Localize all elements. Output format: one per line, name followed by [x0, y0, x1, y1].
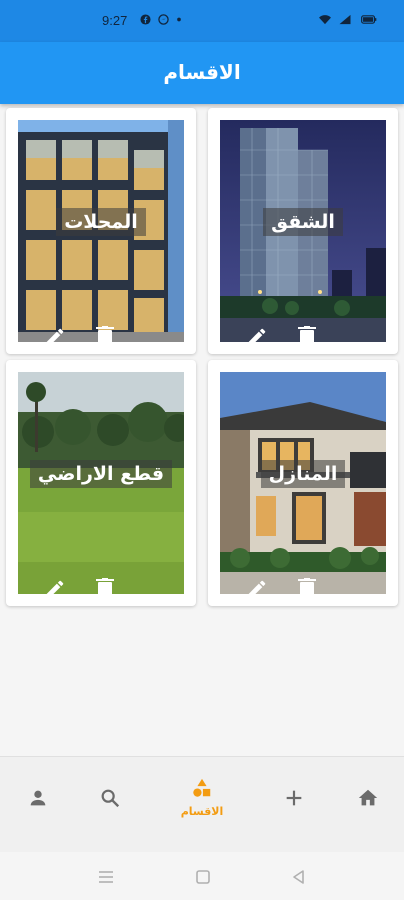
- nav-search[interactable]: [80, 757, 140, 853]
- status-time: 9:27: [102, 13, 128, 28]
- card-actions: [246, 326, 336, 348]
- messenger-icon: [158, 14, 169, 25]
- category-label-wrap: المنازل: [208, 460, 398, 488]
- category-label-wrap: المحلات: [6, 208, 196, 236]
- nav-categories[interactable]: الاقسام: [172, 757, 232, 853]
- category-card-shops[interactable]: المحلات: [6, 108, 196, 354]
- status-bar: 9:27: [0, 0, 404, 42]
- category-label: المنازل: [260, 460, 346, 488]
- categories-icon: [193, 778, 211, 797]
- edit-icon[interactable]: [44, 578, 66, 600]
- edit-icon[interactable]: [246, 578, 268, 600]
- add-icon: [286, 790, 302, 806]
- card-actions: [246, 578, 336, 600]
- category-card-houses[interactable]: المنازل: [208, 360, 398, 606]
- battery-icon: [361, 15, 377, 24]
- recents-icon[interactable]: [97, 868, 115, 886]
- nav-home[interactable]: [338, 757, 398, 853]
- bottom-nav: الاقسام: [0, 756, 404, 852]
- back-icon[interactable]: [290, 868, 308, 886]
- category-label-wrap: الشقق: [208, 208, 398, 236]
- category-label: قطع الاراضي: [29, 460, 173, 488]
- edit-icon[interactable]: [44, 326, 66, 348]
- category-label: الشقق: [263, 208, 343, 236]
- wifi-icon: [319, 15, 331, 25]
- delete-icon[interactable]: [298, 578, 316, 600]
- person-icon: [30, 790, 46, 806]
- home-icon: [358, 789, 378, 806]
- delete-icon[interactable]: [96, 326, 114, 348]
- page-title: الاقسام: [163, 60, 241, 84]
- edit-icon[interactable]: [246, 326, 268, 348]
- nav-categories-label: الاقسام: [180, 805, 224, 818]
- signal-icon: [339, 14, 351, 25]
- nav-add[interactable]: [264, 757, 324, 853]
- dot-icon: [177, 17, 181, 22]
- facebook-icon: [140, 14, 151, 25]
- delete-icon[interactable]: [96, 578, 114, 600]
- search-icon: [101, 789, 120, 808]
- category-label-wrap: قطع الاراضي: [6, 460, 196, 488]
- card-actions: [44, 326, 134, 348]
- card-actions: [44, 578, 134, 600]
- category-card-lands[interactable]: قطع الاراضي: [6, 360, 196, 606]
- nav-profile[interactable]: [8, 757, 68, 853]
- category-card-apartments[interactable]: الشقق: [208, 108, 398, 354]
- home-square-icon[interactable]: [194, 868, 212, 886]
- system-nav-bar: [0, 852, 404, 900]
- category-label: المحلات: [56, 208, 146, 236]
- app-bar: الاقسام: [0, 42, 404, 104]
- delete-icon[interactable]: [298, 326, 316, 348]
